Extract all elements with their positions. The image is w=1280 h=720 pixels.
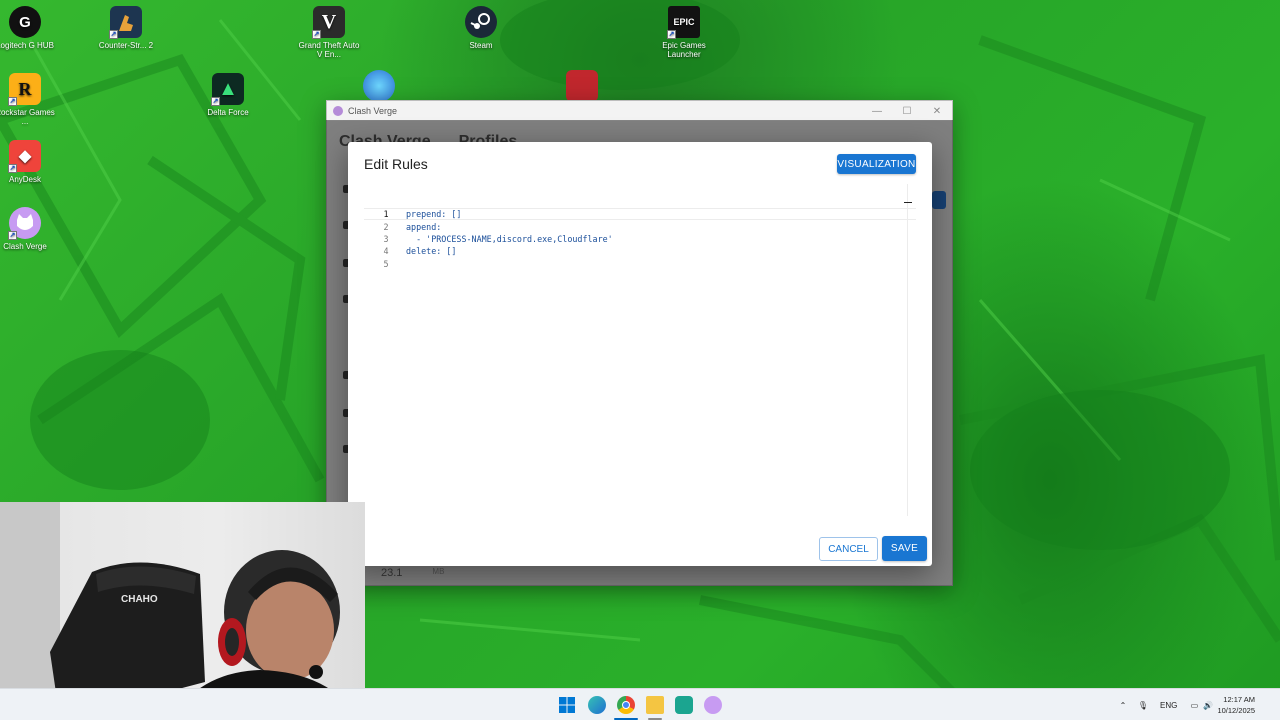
system-tray: ⌃ 🎙 ENG ▭ 🔊 <box>1116 689 1215 720</box>
editor-line[interactable]: 3 - 'PROCESS-NAME,discord.exe,Cloudflare… <box>364 233 916 245</box>
desktop-icon-anydesk[interactable]: ◆ ↗ AnyDesk <box>0 140 57 184</box>
counter-strike-icon: ↗ <box>109 6 142 39</box>
desktop-icon-counter-strike[interactable]: ↗ Counter-Str... 2 <box>94 6 158 50</box>
visualization-button[interactable]: VISUALIZATION <box>837 154 916 174</box>
line-number: 3 <box>383 233 389 244</box>
cancel-button[interactable]: CANCEL <box>819 537 878 561</box>
desktop-icon-label: Epic Games Launcher <box>662 41 706 59</box>
window-titlebar[interactable]: Clash Verge — ☐ ✕ <box>327 101 952 121</box>
desktop-icon-label: Clash Verge <box>3 242 47 251</box>
desktop-icon-label: Steam <box>469 41 493 50</box>
line-number: 1 <box>383 209 389 220</box>
desktop-icon-logitech[interactable]: G Logitech G HUB <box>0 6 57 50</box>
desktop-icon-delta-force[interactable]: ▲ ↗ Delta Force <box>196 73 260 117</box>
microphone-icon[interactable]: 🎙 <box>1136 701 1150 710</box>
desktop-icon-label: Logitech G HUB <box>0 41 54 50</box>
line-code: delete: [] <box>406 246 457 257</box>
desktop-icon-label: Counter-Str... 2 <box>98 41 154 50</box>
start-button[interactable] <box>558 696 576 714</box>
clash-verge-icon: ↗ <box>8 207 41 240</box>
epic-games-icon: EPIC ↗ <box>667 6 700 39</box>
steam-icon <box>465 6 497 38</box>
minimize-button[interactable]: — <box>862 106 892 117</box>
line-code: - 'PROCESS-NAME,discord.exe,Cloudflare' <box>406 233 613 244</box>
close-button[interactable]: ✕ <box>922 106 952 117</box>
line-number: 4 <box>383 246 389 257</box>
clock-time: 12:17 AM <box>1223 695 1255 704</box>
volume-icon[interactable]: 🔊 <box>1201 701 1215 710</box>
clock-date: 10/12/2025 <box>1217 706 1255 715</box>
minimap-marker <box>904 202 912 203</box>
windows-icon <box>559 697 575 713</box>
line-code: prepend: [] <box>406 209 462 220</box>
editor-line[interactable]: 2 append: <box>364 220 916 232</box>
dialog-title: Edit Rules <box>364 156 428 172</box>
clash-verge-taskbar-icon[interactable] <box>704 696 722 714</box>
taskbar: ⌃ 🎙 ENG ▭ 🔊 12:17 AM 10/12/2025 <box>0 688 1280 720</box>
partial-app-icon[interactable] <box>363 70 395 102</box>
editor-line[interactable]: 5 <box>364 258 916 270</box>
monitor-icon[interactable]: ▭ <box>1187 701 1201 710</box>
line-number: 5 <box>383 258 389 269</box>
save-button[interactable]: SAVE <box>882 536 927 561</box>
editor-line[interactable]: 4 delete: [] <box>364 245 916 257</box>
rockstar-icon: R ↗ <box>8 73 41 106</box>
desktop-icon-label: Rockstar Games ... <box>0 108 55 126</box>
line-number: 2 <box>383 221 389 232</box>
desktop-icon-steam[interactable]: Steam <box>449 6 513 50</box>
desktop-icon-label: Grand Theft Auto V En... <box>298 41 360 59</box>
desktop-icon-clash-verge[interactable]: ↗ Clash Verge <box>0 207 57 251</box>
anydesk-icon: ◆ ↗ <box>8 140 41 173</box>
window-title: Clash Verge <box>348 106 398 116</box>
code-editor[interactable]: 1 prepend: [] 2 append: 3 - 'PROCESS-NAM… <box>364 184 916 516</box>
taskbar-clock[interactable]: 12:17 AM 10/12/2025 <box>1217 694 1255 716</box>
file-explorer-icon[interactable] <box>646 696 664 714</box>
desktop-icon-epic[interactable]: EPIC ↗ Epic Games Launcher <box>652 6 716 59</box>
language-indicator[interactable]: ENG <box>1160 701 1177 710</box>
delta-force-icon: ▲ ↗ <box>211 73 244 106</box>
clash-verge-logo-icon <box>333 106 343 116</box>
desktop-icon-label: AnyDesk <box>8 175 41 184</box>
chair-brand-text: CHAHO <box>121 594 158 605</box>
editor-line[interactable]: 1 prepend: [] <box>364 208 916 221</box>
desktop-icon-gta[interactable]: V ↗ Grand Theft Auto V En... <box>297 6 361 59</box>
desktop-icon-label: Delta Force <box>207 108 249 117</box>
edit-rules-dialog: Edit Rules VISUALIZATION 1 prepend: [] 2… <box>348 142 932 566</box>
partial-game-icon[interactable] <box>566 70 598 102</box>
line-code: append: <box>406 221 442 232</box>
gta-v-icon: V ↗ <box>312 6 345 39</box>
logitech-g-icon: G <box>9 6 41 38</box>
maximize-button[interactable]: ☐ <box>892 106 922 117</box>
app-icon[interactable] <box>675 696 693 714</box>
tray-overflow-icon[interactable]: ⌃ <box>1116 701 1130 710</box>
desktop-icon-rockstar[interactable]: R ↗ Rockstar Games ... <box>0 73 57 126</box>
edge-icon[interactable] <box>588 696 606 714</box>
chrome-icon[interactable] <box>617 696 635 714</box>
